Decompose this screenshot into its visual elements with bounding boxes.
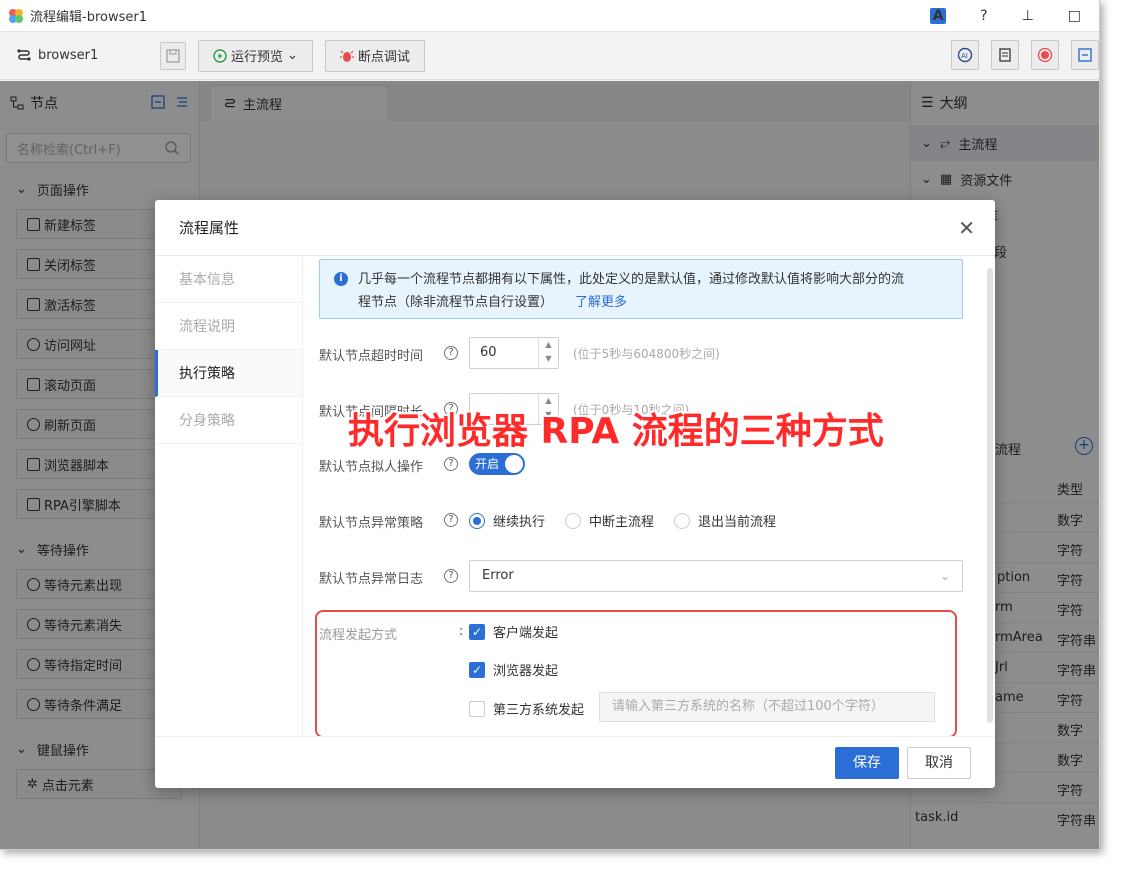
checkbox-label: 第三方系统发起 xyxy=(493,703,585,718)
breakpoint-debug-button[interactable]: 断点调试 xyxy=(324,39,425,72)
exception-log-label: 默认节点异常日志 xyxy=(319,572,424,587)
app-logo-icon xyxy=(9,8,23,23)
run-preview-button[interactable]: 运行预览 ⌄ xyxy=(198,39,313,72)
timeout-label: 默认节点超时时间 xyxy=(319,349,424,364)
annotation-caption: 执行浏览器 RPA 流程的三种方式 xyxy=(348,411,884,452)
timeout-value: 60 xyxy=(480,345,497,360)
nav-flow-description[interactable]: 流程说明 xyxy=(155,303,302,350)
nav-label: 执行策略 xyxy=(179,366,235,382)
toggle-label: 开启 xyxy=(475,457,500,471)
chevron-down-icon: ⌄ xyxy=(939,569,950,583)
chevron-down-icon: ⌄ xyxy=(287,48,298,63)
pin-icon[interactable]: ⊥ xyxy=(1022,8,1034,24)
ai-button[interactable]: AI xyxy=(951,40,979,70)
maximize-icon[interactable]: □ xyxy=(1068,8,1081,24)
checkbox-browser-launch[interactable]: ✓ 浏览器发起 xyxy=(469,660,558,679)
play-circle-icon xyxy=(213,48,227,63)
nav-label: 基本信息 xyxy=(179,272,235,288)
third-party-name-input[interactable]: 请输入第三方系统的名称（不超过100个字符） xyxy=(599,692,935,722)
help-icon[interactable]: ? xyxy=(444,513,458,527)
toggle-knob xyxy=(505,455,523,473)
select-value: Error xyxy=(482,568,514,583)
dialog-nav: 基本信息 流程说明 执行策略 分身策略 xyxy=(155,256,303,736)
dialog-body: i 几乎每一个流程节点都拥有以下属性，此处定义的是默认值，通过修改默认值将影响大… xyxy=(303,256,995,736)
checkbox-checked-icon: ✓ xyxy=(469,623,485,640)
radio-label: 继续执行 xyxy=(493,515,546,530)
floppy-icon xyxy=(166,48,180,63)
nav-execution-strategy[interactable]: 执行策略 xyxy=(155,350,302,397)
title-bar: 流程编辑-browser1 A ? ⊥ □ xyxy=(0,0,1099,32)
checkbox-client-launch[interactable]: ✓ 客户端发起 xyxy=(469,622,558,641)
help-icon[interactable]: ? xyxy=(444,457,458,471)
info-alert: i 几乎每一个流程节点都拥有以下属性，此处定义的是默认值，通过修改默认值将影响大… xyxy=(319,259,963,319)
timeout-input[interactable]: 60 ▲ ▼ xyxy=(469,337,559,369)
dialog-header: 流程属性 xyxy=(155,200,995,256)
log-button[interactable] xyxy=(991,40,1019,70)
nav-clone-strategy[interactable]: 分身策略 xyxy=(155,397,302,444)
record-button[interactable] xyxy=(1031,40,1059,70)
checkbox-checked-icon: ✓ xyxy=(469,661,485,678)
dialog-scrollbar[interactable] xyxy=(987,268,993,723)
radio-abort-main[interactable]: 中断主流程 xyxy=(565,511,654,530)
bug-icon xyxy=(339,50,354,62)
record-icon xyxy=(1037,47,1053,63)
checkbox-label: 客户端发起 xyxy=(493,626,559,641)
info-text-line1: 几乎每一个流程节点都拥有以下属性，此处定义的是默认值，通过修改默认值将影响大部分… xyxy=(358,272,905,287)
ai-icon: AI xyxy=(957,47,973,63)
learn-more-link[interactable]: 了解更多 xyxy=(575,295,627,310)
run-preview-label: 运行预览 xyxy=(231,50,284,65)
checkbox-label: 浏览器发起 xyxy=(493,664,559,679)
exception-strategy-label: 默认节点异常策略 xyxy=(319,516,424,531)
flow-icon xyxy=(17,48,31,61)
input-placeholder: 请输入第三方系统的名称（不超过100个字符） xyxy=(612,699,884,714)
radio-dot xyxy=(469,512,485,529)
toolbar: browser1 运行预览 ⌄ 断点调试 AI xyxy=(0,32,1099,80)
app-window: 流程编辑-browser1 A ? ⊥ □ browser1 运行预览 ⌄ 断点… xyxy=(0,0,1100,850)
checkbox-empty-icon xyxy=(469,700,485,717)
dialog-footer: 保存 取消 xyxy=(155,736,995,788)
save-file-button[interactable] xyxy=(160,41,186,70)
save-button[interactable]: 保存 xyxy=(835,747,899,779)
translate-icon[interactable]: A xyxy=(930,8,947,24)
cancel-button[interactable]: 取消 xyxy=(907,747,971,779)
flow-name-label: browser1 xyxy=(38,48,99,63)
panel-toggle-button[interactable] xyxy=(1071,40,1099,70)
document-icon xyxy=(999,48,1011,62)
flow-properties-dialog: 流程属性 ✕ 基本信息 流程说明 执行策略 分身策略 i 几乎每一个流程节点都拥… xyxy=(155,200,995,788)
radio-dot xyxy=(674,512,690,529)
label-colon: : xyxy=(459,624,464,639)
info-icon: i xyxy=(334,272,348,286)
humanlike-toggle[interactable]: 开启 xyxy=(469,453,525,475)
humanlike-label: 默认节点拟人操作 xyxy=(319,460,424,475)
radio-exit-current[interactable]: 退出当前流程 xyxy=(674,511,776,530)
svg-text:AI: AI xyxy=(961,52,968,60)
info-text-line2: 程节点（除非流程节点自行设置） xyxy=(358,295,554,310)
window-title: 流程编辑-browser1 xyxy=(30,10,147,25)
help-icon[interactable]: ? xyxy=(444,569,458,583)
nav-label: 流程说明 xyxy=(179,319,235,335)
dialog-title: 流程属性 xyxy=(179,219,240,237)
radio-dot xyxy=(565,512,581,529)
checkbox-third-party-launch[interactable]: 第三方系统发起 xyxy=(469,699,584,718)
stepper-icon[interactable]: ▲ ▼ xyxy=(538,338,558,368)
flow-name: browser1 xyxy=(0,48,160,64)
panel-icon xyxy=(1078,48,1092,62)
nav-label: 分身策略 xyxy=(179,413,235,429)
radio-label: 中断主流程 xyxy=(589,515,655,530)
close-icon[interactable]: ✕ xyxy=(958,216,975,240)
nav-basic-info[interactable]: 基本信息 xyxy=(155,256,302,303)
exception-log-select[interactable]: Error ⌄ xyxy=(469,560,963,592)
launch-method-label: 流程发起方式 xyxy=(319,628,398,643)
help-icon[interactable]: ? xyxy=(980,8,987,24)
radio-continue[interactable]: 继续执行 xyxy=(469,511,545,530)
breakpoint-debug-label: 断点调试 xyxy=(357,50,410,65)
radio-label: 退出当前流程 xyxy=(698,515,777,530)
help-icon[interactable]: ? xyxy=(444,346,458,360)
timeout-hint: (位于5秒与604800秒之间) xyxy=(573,347,720,361)
